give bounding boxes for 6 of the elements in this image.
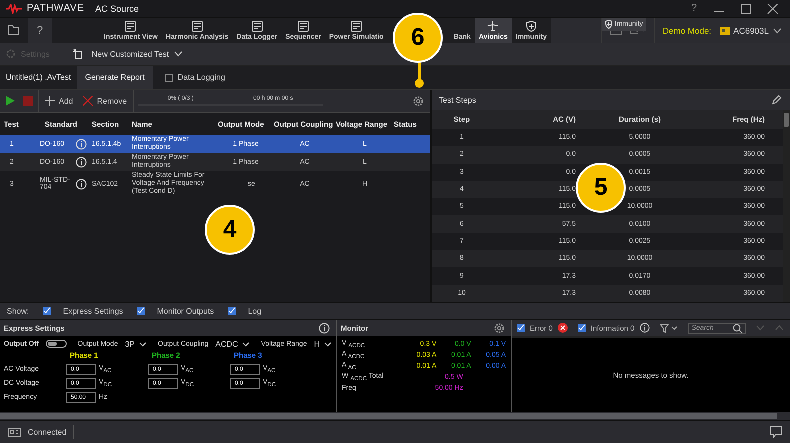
panel-title: Test Steps — [439, 96, 476, 104]
show-label: Show: — [7, 306, 30, 316]
brand-name: PATHWAVE — [27, 3, 85, 14]
window-title: AC Source — [96, 4, 140, 14]
connection-status: Connected — [28, 425, 74, 439]
demo-mode-label: Demo Mode: — [662, 26, 712, 36]
